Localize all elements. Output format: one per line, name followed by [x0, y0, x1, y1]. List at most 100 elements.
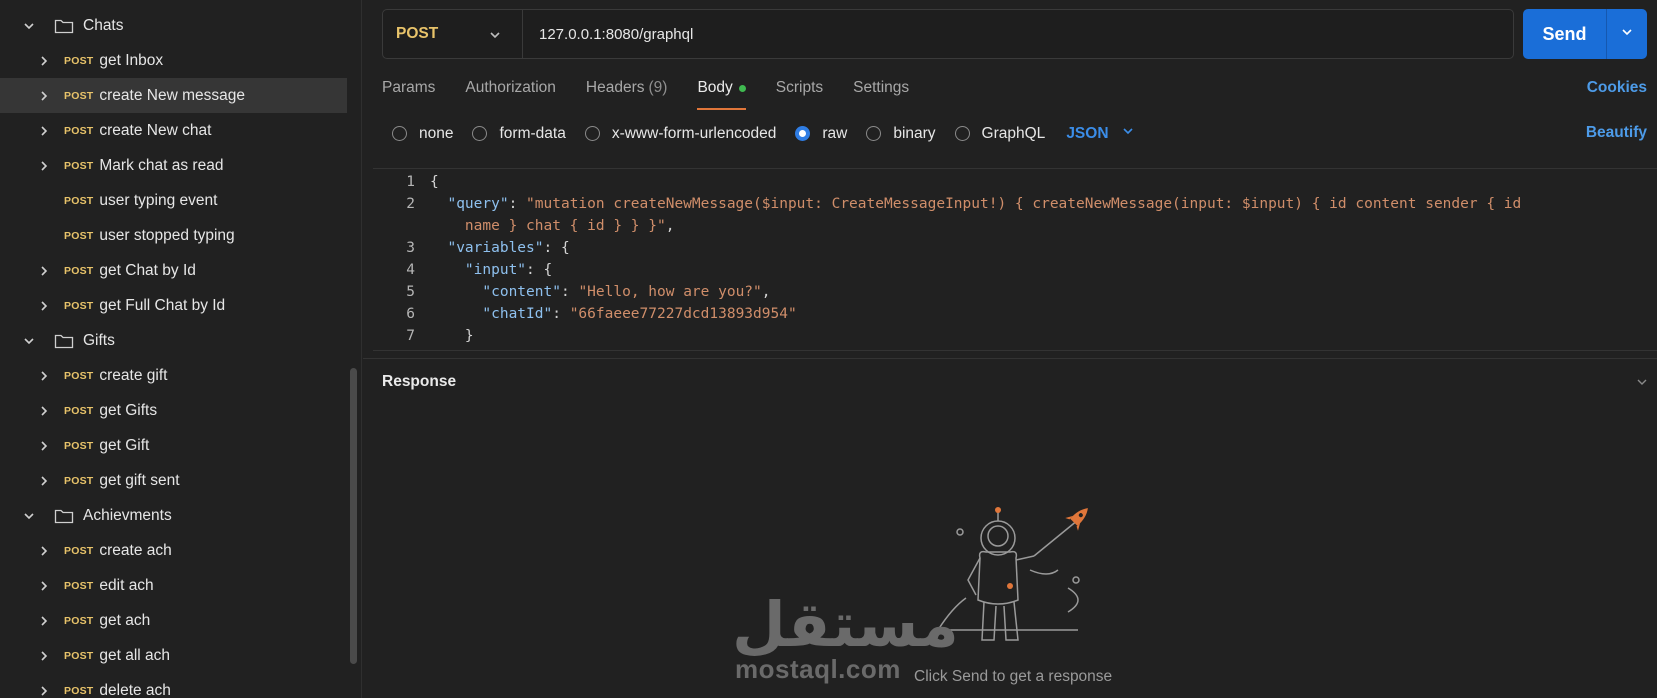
sidebar-request-item[interactable]: POST get all ach: [0, 638, 347, 673]
sidebar-request-label: user stopped typing: [99, 226, 235, 244]
chevron-right-icon[interactable]: [37, 89, 51, 103]
sidebar-request-label: Mark chat as read: [99, 156, 224, 174]
chevron-right-icon[interactable]: [37, 579, 51, 593]
tab-scripts[interactable]: Scripts: [776, 76, 823, 100]
body-type-x-www-form-urlencoded[interactable]: x-www-form-urlencoded: [584, 125, 776, 143]
radio-button[interactable]: [795, 126, 811, 141]
chevron-down-icon[interactable]: [1635, 375, 1649, 394]
mostaql-logo: مستقل: [732, 588, 959, 661]
collection-sidebar: Chats POST get Inbox POST create New message…: [0, 0, 362, 698]
sidebar-request-item[interactable]: POST create gift: [0, 358, 347, 393]
chevron-right-icon[interactable]: [37, 159, 51, 173]
tab-params[interactable]: Params: [382, 76, 435, 100]
sidebar-request-item[interactable]: POST get Gifts: [0, 393, 347, 428]
chevron-right-icon[interactable]: [37, 124, 51, 138]
method-badge: POST: [64, 159, 94, 172]
send-button-group: Send: [1523, 9, 1647, 59]
chevron-right-icon[interactable]: [37, 54, 51, 68]
radio-button[interactable]: [472, 126, 488, 141]
send-options-button[interactable]: [1607, 9, 1647, 59]
body-type-form-data[interactable]: form-data: [472, 125, 566, 143]
tab-body[interactable]: Body: [697, 76, 747, 110]
sidebar-request-label: delete ach: [99, 681, 171, 698]
method-badge: POST: [64, 404, 94, 417]
chevron-right-icon[interactable]: [37, 439, 51, 453]
sidebar-request-item[interactable]: POST get Full Chat by Id: [0, 288, 347, 323]
radio-button[interactable]: [584, 126, 600, 141]
send-button[interactable]: Send: [1523, 9, 1607, 59]
body-code-editor[interactable]: 1{2 "query": "mutation createNewMessage(…: [373, 168, 1657, 351]
line-number: 6: [406, 306, 415, 322]
sidebar-folder-label: Achievments: [83, 506, 172, 524]
chevron-right-icon[interactable]: [37, 614, 51, 628]
method-badge: POST: [64, 579, 94, 592]
chevron-right-icon[interactable]: [37, 544, 51, 558]
sidebar-scrollbar[interactable]: [350, 368, 357, 664]
line-number: 4: [406, 262, 415, 278]
tab-authorization[interactable]: Authorization: [465, 76, 555, 100]
method-select[interactable]: POST: [383, 10, 523, 58]
sidebar-request-item[interactable]: POST create ach: [0, 533, 347, 568]
chevron-down-icon[interactable]: [22, 509, 36, 523]
chevron-right-icon[interactable]: [37, 264, 51, 278]
tab-label: Headers: [585, 79, 645, 96]
code-text: "chatId": "66faeee77227dcd13893d954": [482, 306, 797, 322]
code-text: "variables": {: [447, 240, 570, 256]
sidebar-request-item[interactable]: POST create New chat: [0, 113, 347, 148]
tab-count: (9): [648, 79, 668, 96]
sidebar-request-item[interactable]: POST Mark chat as read: [0, 148, 347, 183]
chevron-right-icon[interactable]: [37, 404, 51, 418]
radio-button[interactable]: [866, 126, 882, 141]
sidebar-folder[interactable]: Chats: [0, 8, 347, 43]
chevron-right-icon[interactable]: [37, 684, 51, 698]
method-badge: POST: [64, 474, 94, 487]
chevron-right-icon[interactable]: [37, 299, 51, 313]
sidebar-folder[interactable]: Achievments: [0, 498, 347, 533]
code-line: 7 }: [373, 325, 1623, 347]
sidebar-request-item[interactable]: POST get Chat by Id: [0, 253, 347, 288]
sidebar-request-item[interactable]: POST get Gift: [0, 428, 347, 463]
method-badge: POST: [64, 544, 94, 557]
method-badge: POST: [64, 439, 94, 452]
body-type-binary[interactable]: binary: [866, 125, 936, 143]
sidebar-request-item[interactable]: POST user stopped typing: [0, 218, 347, 253]
sidebar-request-item[interactable]: POST create New message: [0, 78, 347, 113]
sidebar-request-label: create New chat: [99, 121, 212, 139]
chevron-right-icon[interactable]: [37, 369, 51, 383]
sidebar-request-item[interactable]: POST delete ach: [0, 673, 347, 698]
method-label: POST: [396, 25, 439, 42]
chevron-right-icon[interactable]: [37, 474, 51, 488]
format-select[interactable]: JSON: [1066, 124, 1134, 143]
method-badge: POST: [64, 89, 94, 102]
sidebar-folder[interactable]: Gifts: [0, 323, 347, 358]
tab-settings[interactable]: Settings: [853, 76, 909, 100]
radio-button[interactable]: [392, 126, 407, 141]
modified-dot-icon: [738, 84, 746, 92]
body-type-raw[interactable]: raw: [795, 125, 847, 143]
sidebar-request-label: get ach: [99, 611, 151, 629]
code-text: "content": "Hello, how are you?",: [482, 284, 771, 300]
beautify-button[interactable]: Beautify: [1586, 124, 1647, 142]
chevron-right-icon[interactable]: [37, 649, 51, 663]
line-number: 3: [406, 240, 415, 256]
method-badge: POST: [64, 684, 94, 697]
code-text: "input": {: [464, 262, 553, 278]
chevron-down-icon[interactable]: [22, 19, 36, 33]
radio-button[interactable]: [954, 126, 970, 141]
code-line: name } chat { id } } }",: [373, 215, 1623, 237]
sidebar-request-item[interactable]: POST edit ach: [0, 568, 347, 603]
tab-label: Body: [697, 79, 733, 96]
sidebar-request-label: get Gifts: [99, 401, 158, 419]
sidebar-request-item[interactable]: POST get ach: [0, 603, 347, 638]
sidebar-request-item[interactable]: POST get gift sent: [0, 463, 347, 498]
url-input[interactable]: [523, 10, 1513, 58]
body-type-none[interactable]: none: [392, 125, 453, 143]
cookies-link[interactable]: Cookies: [1587, 79, 1647, 97]
code-line: 2 "query": "mutation createNewMessage($i…: [373, 193, 1623, 215]
body-type-graphql[interactable]: GraphQL: [954, 125, 1045, 143]
tab-headers[interactable]: Headers (9): [586, 76, 668, 100]
chevron-down-icon[interactable]: [22, 334, 36, 348]
sidebar-request-item[interactable]: POST user typing event: [0, 183, 347, 218]
sidebar-request-item[interactable]: POST get Inbox: [0, 43, 347, 78]
mostaql-watermark: mostaql.com: [735, 654, 901, 684]
